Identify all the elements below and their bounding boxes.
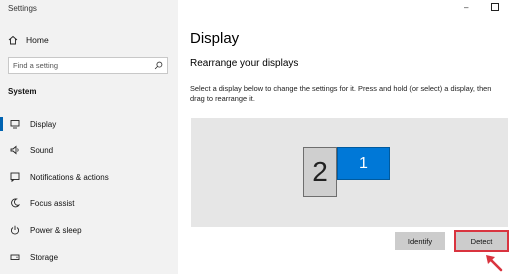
power-icon xyxy=(9,224,21,236)
search-placeholder: Find a setting xyxy=(13,61,59,70)
notification-icon xyxy=(9,171,21,183)
section-heading: System xyxy=(8,87,37,96)
search-input[interactable]: Find a setting xyxy=(8,57,168,74)
minimize-button[interactable]: – xyxy=(464,3,468,12)
home-label: Home xyxy=(26,35,49,45)
home-link[interactable]: Home xyxy=(8,33,49,47)
home-icon xyxy=(8,35,18,45)
storage-icon xyxy=(9,251,21,263)
sidebar-item-sound[interactable]: Sound xyxy=(0,140,178,160)
sidebar-item-label: Power & sleep xyxy=(30,225,82,235)
search-icon[interactable] xyxy=(154,61,163,70)
sidebar-item-focus-assist[interactable]: Focus assist xyxy=(0,193,178,213)
sidebar-item-label: Storage xyxy=(30,252,59,262)
description-text: Select a display below to change the set… xyxy=(190,84,492,104)
display-arrangement-area[interactable]: 2 1 xyxy=(191,118,508,227)
sidebar-item-power-sleep[interactable]: Power & sleep xyxy=(0,220,178,240)
window-title: Settings xyxy=(8,4,37,13)
monitor-2-tile[interactable]: 2 xyxy=(303,147,337,197)
monitor-icon xyxy=(9,118,21,130)
active-indicator xyxy=(0,117,3,131)
moon-icon xyxy=(9,197,21,209)
sidebar-item-label: Focus assist xyxy=(30,198,75,208)
page-title: Display xyxy=(190,30,240,47)
sidebar-item-notifications[interactable]: Notifications & actions xyxy=(0,167,178,187)
speaker-icon xyxy=(9,144,21,156)
maximize-button[interactable] xyxy=(491,3,499,11)
monitor-number: 2 xyxy=(312,156,328,187)
sidebar: Settings Home Find a setting System Disp… xyxy=(0,0,178,274)
detect-button[interactable]: Detect xyxy=(454,230,509,252)
sidebar-item-storage[interactable]: Storage xyxy=(0,247,178,267)
sidebar-item-label: Sound xyxy=(30,145,54,155)
section-subheading: Rearrange your displays xyxy=(190,58,299,69)
sidebar-item-label: Notifications & actions xyxy=(30,172,109,182)
monitor-number: 1 xyxy=(359,154,368,172)
identify-button[interactable]: Identify xyxy=(395,232,445,250)
sidebar-item-label: Display xyxy=(30,119,57,129)
pointer-arrow-icon xyxy=(486,255,503,272)
monitor-1-tile[interactable]: 1 xyxy=(337,147,390,180)
sidebar-item-display[interactable]: Display xyxy=(0,114,178,134)
